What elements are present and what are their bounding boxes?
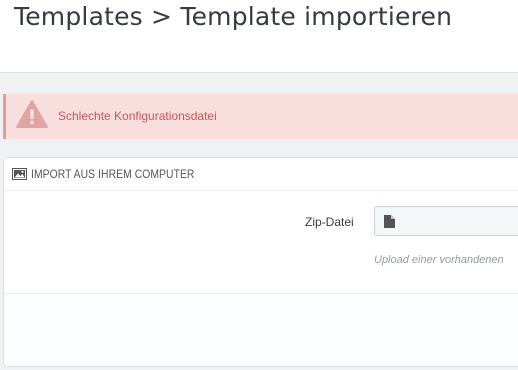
alert-message: Schlechte Konfigurationsdatei [58,109,217,123]
panel-heading-title: IMPORT AUS IHREM COMPUTER [31,167,195,181]
error-alert: Schlechte Konfigurationsdatei [3,94,518,139]
warning-triangle-icon [16,100,48,128]
file-icon [384,215,395,228]
panel-heading: IMPORT AUS IHREM COMPUTER [4,158,518,191]
page-header: Templates > Template importieren [0,0,518,72]
panel-footer [4,293,518,366]
picture-icon [12,168,27,180]
zip-file-label: Zip-Datei [305,215,354,229]
upload-help-text: Upload einer vorhandenen [374,254,504,266]
zip-file-input[interactable] [404,206,518,236]
page-title: Templates > Template importieren [14,2,453,31]
file-select-button[interactable] [374,206,405,236]
import-panel: IMPORT AUS IHREM COMPUTER Zip-Datei Uplo… [3,157,518,367]
